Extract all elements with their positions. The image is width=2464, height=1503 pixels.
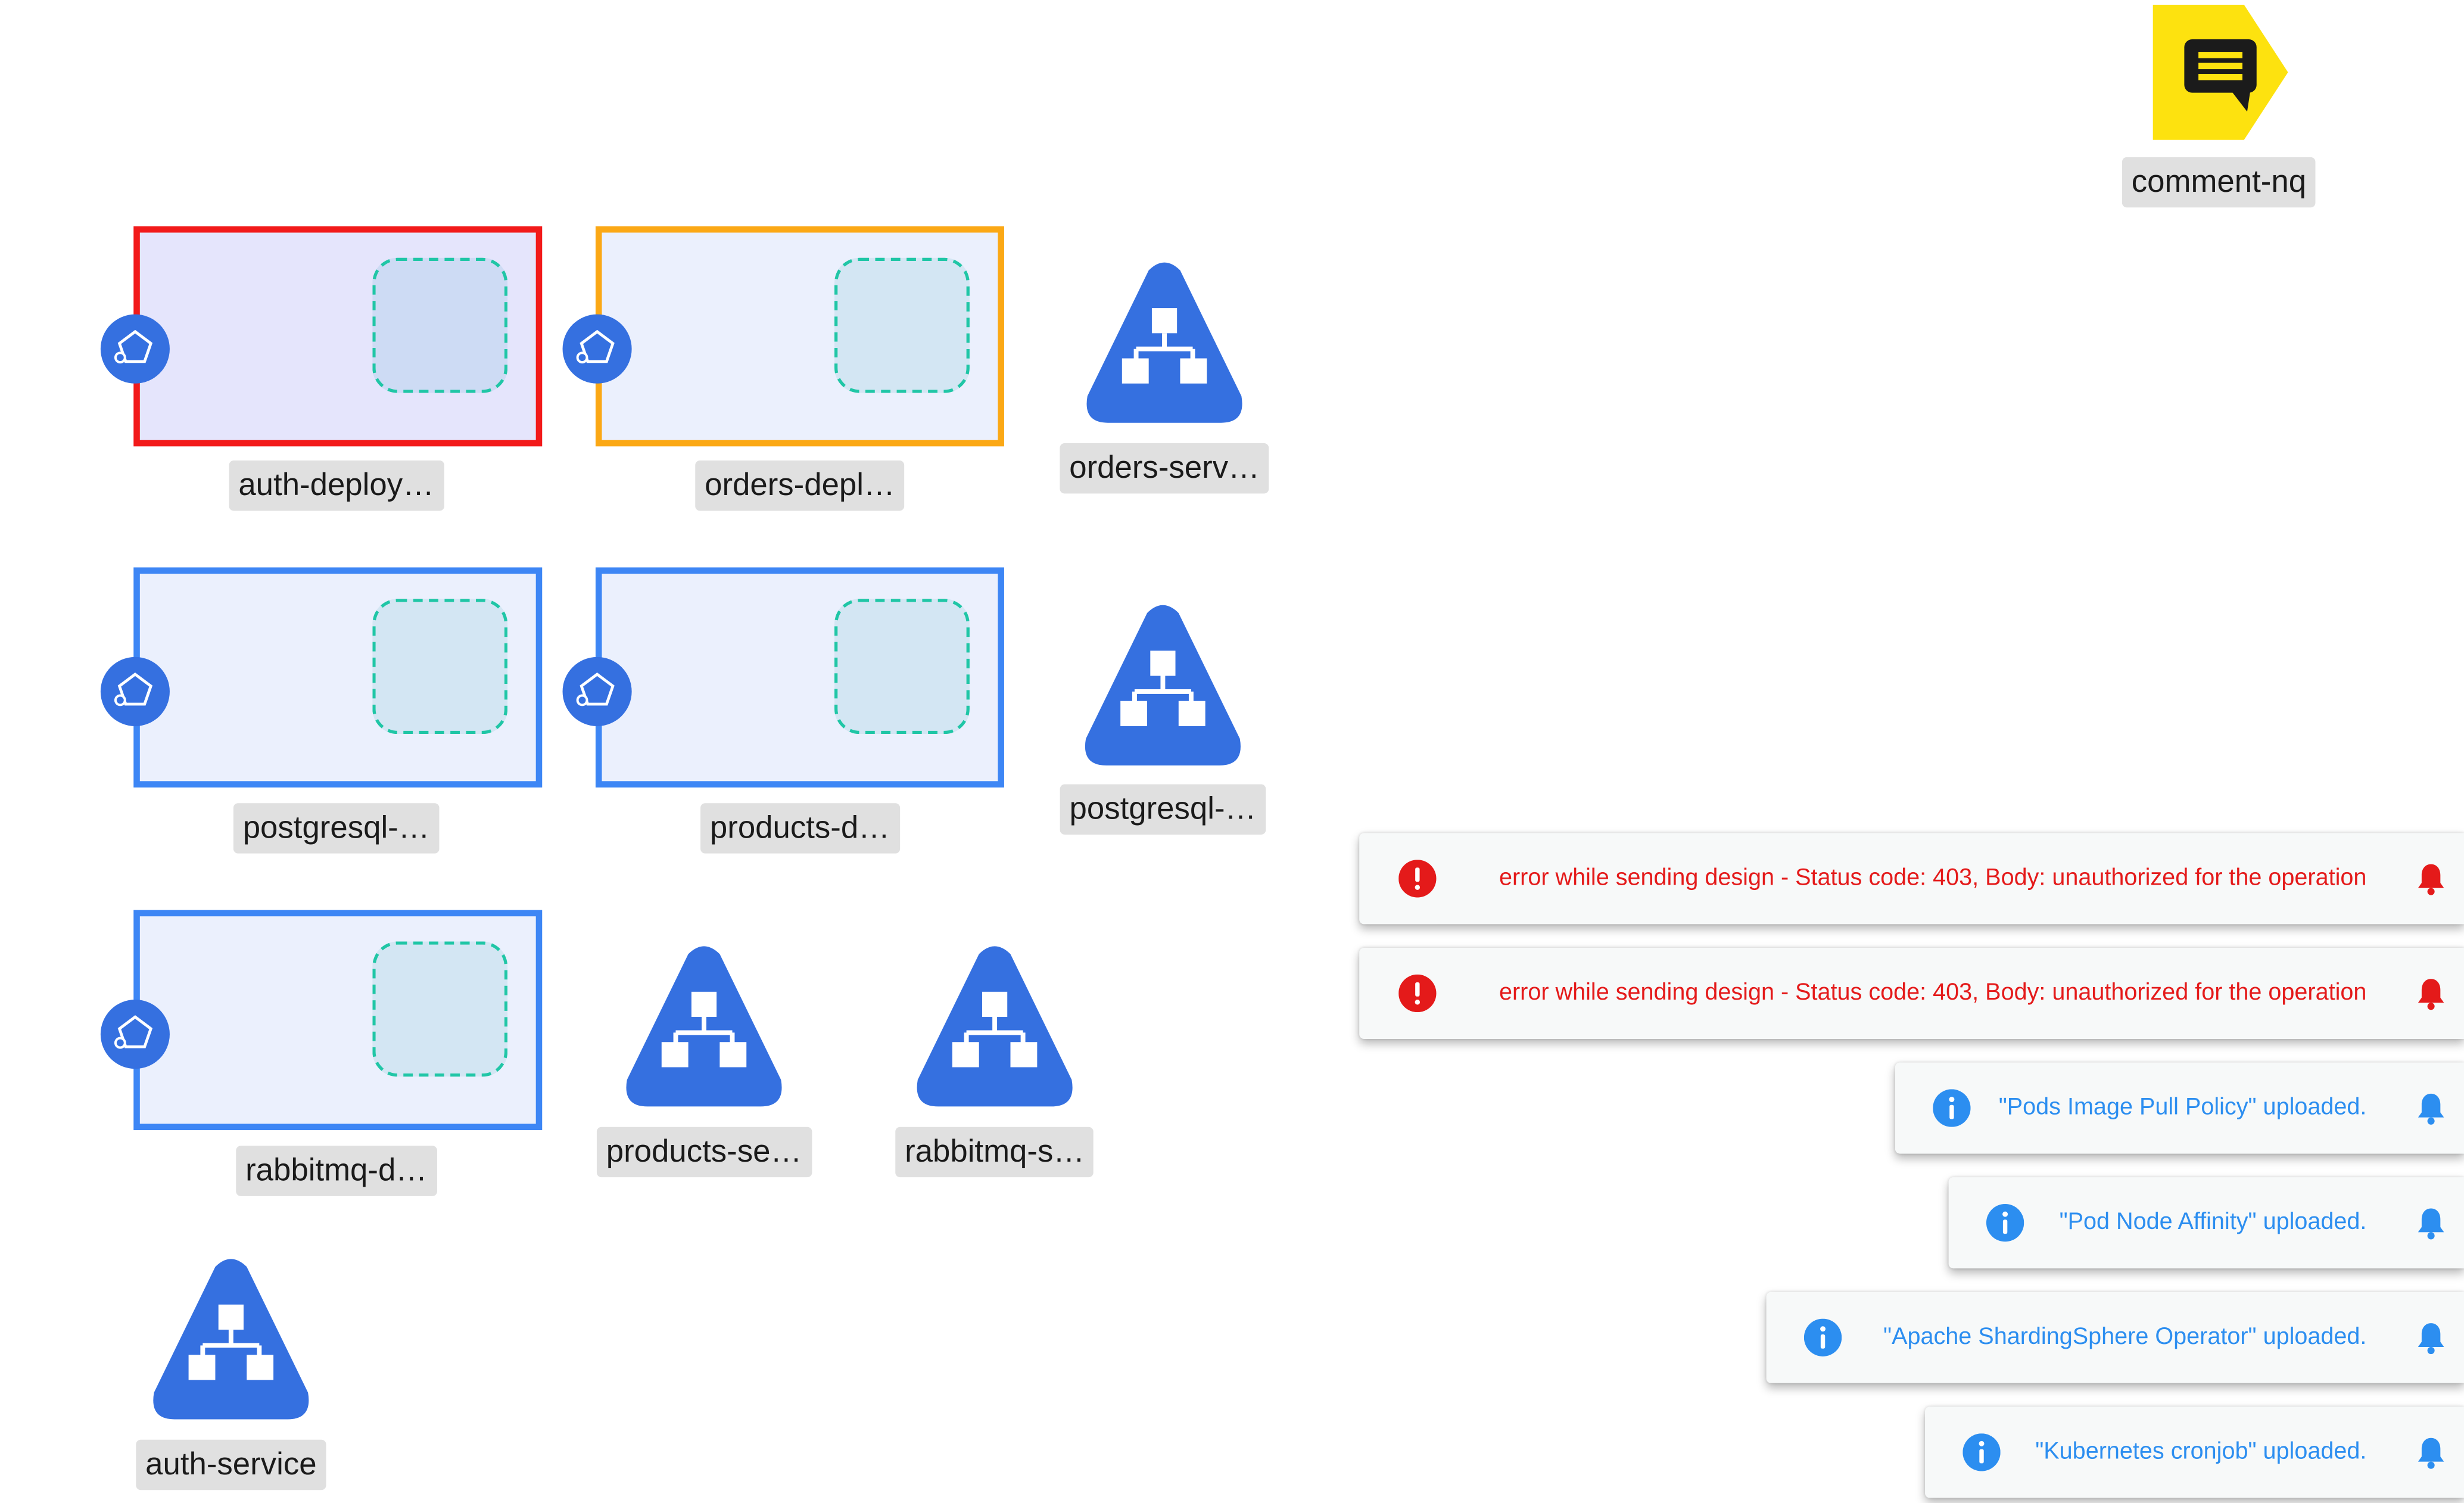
deployment-label: rabbitmq-d… — [236, 1146, 437, 1196]
service-network-icon — [153, 1259, 309, 1420]
info-icon — [1933, 1089, 1971, 1127]
bell-icon[interactable] — [2414, 1435, 2449, 1470]
deployment-label: products-d… — [700, 803, 899, 854]
deployment-label: postgresql-… — [233, 803, 440, 854]
pod-placeholder — [372, 599, 508, 735]
comment-node[interactable] — [2153, 4, 2288, 140]
bell-icon[interactable] — [2414, 976, 2449, 1010]
comment-label: comment-nq — [2122, 157, 2316, 208]
deployment-label: auth-deploy… — [229, 460, 444, 511]
deployment-node-auth[interactable] — [133, 226, 543, 447]
error-icon — [1398, 974, 1437, 1013]
pod-placeholder — [834, 599, 970, 735]
info-notification[interactable]: "Pod Node Affinity" uploaded. — [1948, 1177, 2464, 1269]
info-notification[interactable]: "Pods Image Pull Policy" uploaded. — [1895, 1062, 2464, 1154]
info-notification[interactable]: "Kubernetes cronjob" uploaded. — [1925, 1406, 2464, 1498]
bell-icon[interactable] — [2414, 1206, 2449, 1240]
deployment-node-rabbitmq[interactable] — [133, 910, 543, 1131]
service-label: postgresql-… — [1060, 784, 1266, 835]
service-network-icon — [1086, 262, 1242, 423]
service-node-orders[interactable] — [1083, 261, 1246, 424]
pod-placeholder — [834, 257, 970, 393]
kubernetes-pentagon-icon — [562, 314, 632, 384]
error-icon — [1398, 860, 1437, 898]
comment-icon — [2153, 4, 2288, 140]
error-notification[interactable]: error while sending design - Status code… — [1359, 947, 2464, 1039]
bell-icon[interactable] — [2414, 1320, 2449, 1355]
pod-placeholder — [372, 941, 508, 1077]
design-canvas[interactable]: comment-nq auth-deploy… orders-depl… pos… — [0, 0, 2464, 1502]
service-node-auth[interactable] — [149, 1258, 313, 1421]
notification-message: "Kubernetes cronjob" uploaded. — [2035, 1438, 2367, 1465]
deployment-node-products[interactable] — [595, 567, 1004, 788]
pod-placeholder — [372, 257, 508, 393]
service-node-products[interactable] — [622, 945, 786, 1108]
kubernetes-pentagon-icon — [100, 656, 170, 726]
notification-message: error while sending design - Status code… — [1499, 979, 2367, 1006]
bell-icon[interactable] — [2414, 861, 2449, 896]
service-label: products-se… — [596, 1127, 812, 1178]
kubernetes-pentagon-icon — [100, 314, 170, 384]
notification-message: "Apache ShardingSphere Operator" uploade… — [1883, 1323, 2367, 1350]
kubernetes-pentagon-icon — [562, 656, 632, 726]
service-network-icon — [626, 946, 782, 1107]
service-network-icon — [1085, 605, 1241, 765]
kubernetes-pentagon-icon — [100, 1000, 170, 1069]
notification-message: "Pods Image Pull Policy" uploaded. — [1998, 1094, 2367, 1121]
notification-message: "Pod Node Affinity" uploaded. — [2059, 1208, 2367, 1236]
service-label: orders-serv… — [1060, 443, 1269, 494]
info-icon — [1803, 1318, 1842, 1356]
service-label: rabbitmq-s… — [895, 1127, 1094, 1178]
deployment-node-orders[interactable] — [595, 226, 1004, 447]
service-label: auth-service — [136, 1439, 326, 1490]
info-notification[interactable]: "Apache ShardingSphere Operator" uploade… — [1766, 1292, 2464, 1383]
service-node-rabbitmq[interactable] — [913, 945, 1076, 1108]
bell-icon[interactable] — [2414, 1091, 2449, 1125]
deployment-label: orders-depl… — [695, 460, 905, 511]
info-icon — [1963, 1433, 2001, 1471]
info-icon — [1986, 1204, 2024, 1242]
notification-message: error while sending design - Status code… — [1499, 864, 2367, 891]
deployment-node-postgresql[interactable] — [133, 567, 543, 788]
service-node-postgresql[interactable] — [1081, 603, 1244, 767]
error-notification[interactable]: error while sending design - Status code… — [1359, 833, 2464, 925]
service-network-icon — [917, 946, 1073, 1107]
